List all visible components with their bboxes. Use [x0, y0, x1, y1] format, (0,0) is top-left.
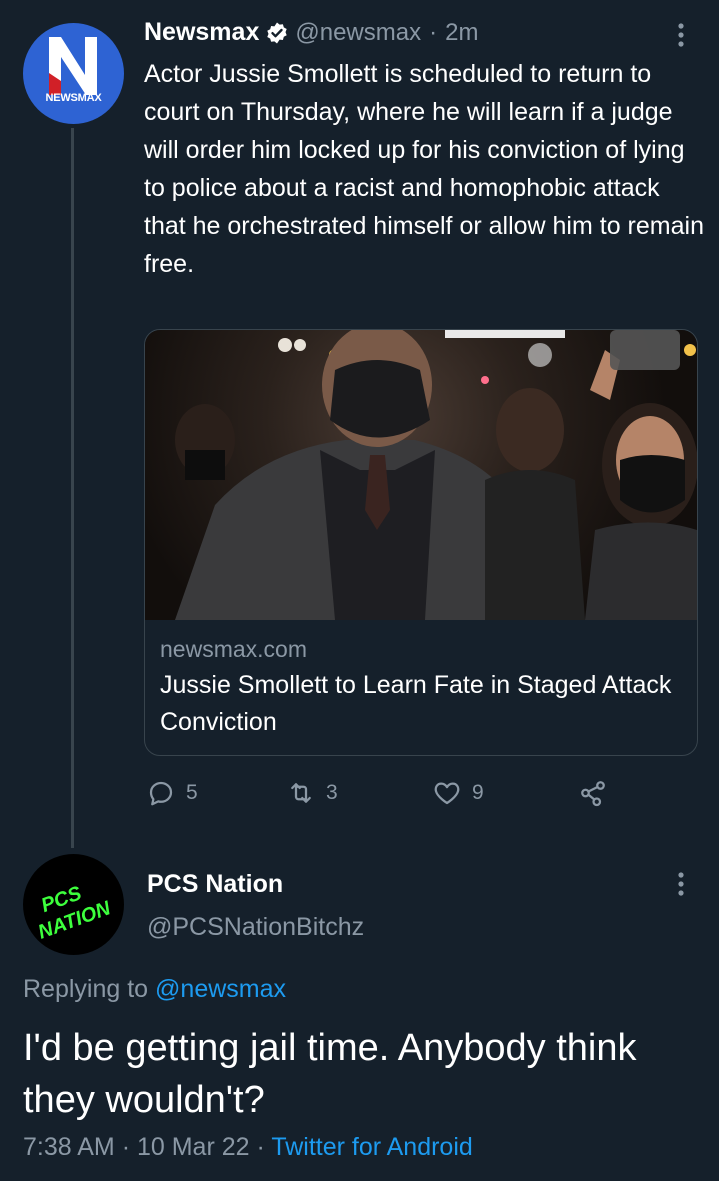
newsmax-avatar-label: NEWSMAX	[45, 91, 102, 104]
reply-count: 5	[186, 781, 198, 804]
reply-time[interactable]: 7:38 AM	[23, 1133, 115, 1161]
share-button[interactable]	[578, 778, 618, 808]
author-handle[interactable]: @newsmax	[295, 19, 421, 47]
reply-author-handle[interactable]: @PCSNationBitchz	[147, 913, 364, 942]
replying-prefix: Replying to	[23, 975, 149, 1003]
reply-author-name[interactable]: PCS Nation	[147, 870, 283, 899]
meta-separator: ·	[121, 1133, 131, 1161]
reply-date[interactable]: 10 Mar 22	[137, 1133, 250, 1161]
card-photo-illustration	[175, 330, 697, 620]
more-options-icon[interactable]	[676, 22, 686, 48]
card-body: newsmax.com Jussie Smollett to Learn Fat…	[160, 636, 682, 741]
retweet-count: 3	[326, 781, 338, 804]
share-icon	[581, 781, 605, 807]
newsmax-logo-icon	[49, 37, 97, 95]
like-button[interactable]: 9	[432, 778, 484, 808]
verified-badge-icon	[267, 22, 288, 43]
author-name[interactable]: Newsmax	[144, 18, 259, 47]
pcs-nation-avatar[interactable]: PCS NATION	[23, 854, 124, 955]
reply-meta: 7:38 AM · 10 Mar 22 · Twitter for Androi…	[23, 1133, 473, 1162]
card-image	[145, 330, 697, 620]
replying-to-line: Replying to @newsmax	[23, 975, 286, 1004]
link-card[interactable]: newsmax.com Jussie Smollett to Learn Fat…	[144, 329, 698, 756]
tweet-header: Newsmax @newsmax · 2m	[144, 18, 478, 47]
reply-icon	[149, 781, 173, 806]
retweet-icon	[291, 783, 311, 803]
card-domain: newsmax.com	[160, 636, 307, 662]
tweet-text: Actor Jussie Smollett is scheduled to re…	[144, 60, 704, 278]
retweet-button[interactable]: 3	[286, 778, 338, 808]
reply-more-options-icon[interactable]	[676, 871, 686, 897]
replying-to-handle-link[interactable]: @newsmax	[155, 975, 286, 1003]
thread-connector-line	[71, 128, 74, 848]
newsmax-avatar[interactable]: NEWSMAX	[23, 23, 124, 124]
header-separator: ·	[429, 18, 438, 46]
tweet-actions-bar: 5 3 9	[146, 778, 626, 812]
pcs-nation-logo-icon: PCS NATION	[35, 882, 114, 944]
tweet-time-ago[interactable]: 2m	[445, 19, 478, 47]
reply-button[interactable]: 5	[146, 778, 198, 808]
source-client-link[interactable]: Twitter for Android	[271, 1133, 472, 1161]
reply-text: I'd be getting jail time. Anybody think …	[23, 1027, 637, 1121]
meta-separator: ·	[256, 1133, 265, 1161]
heart-icon	[434, 782, 460, 805]
like-count: 9	[472, 781, 484, 804]
card-title: Jussie Smollett to Learn Fate in Staged …	[160, 671, 672, 736]
